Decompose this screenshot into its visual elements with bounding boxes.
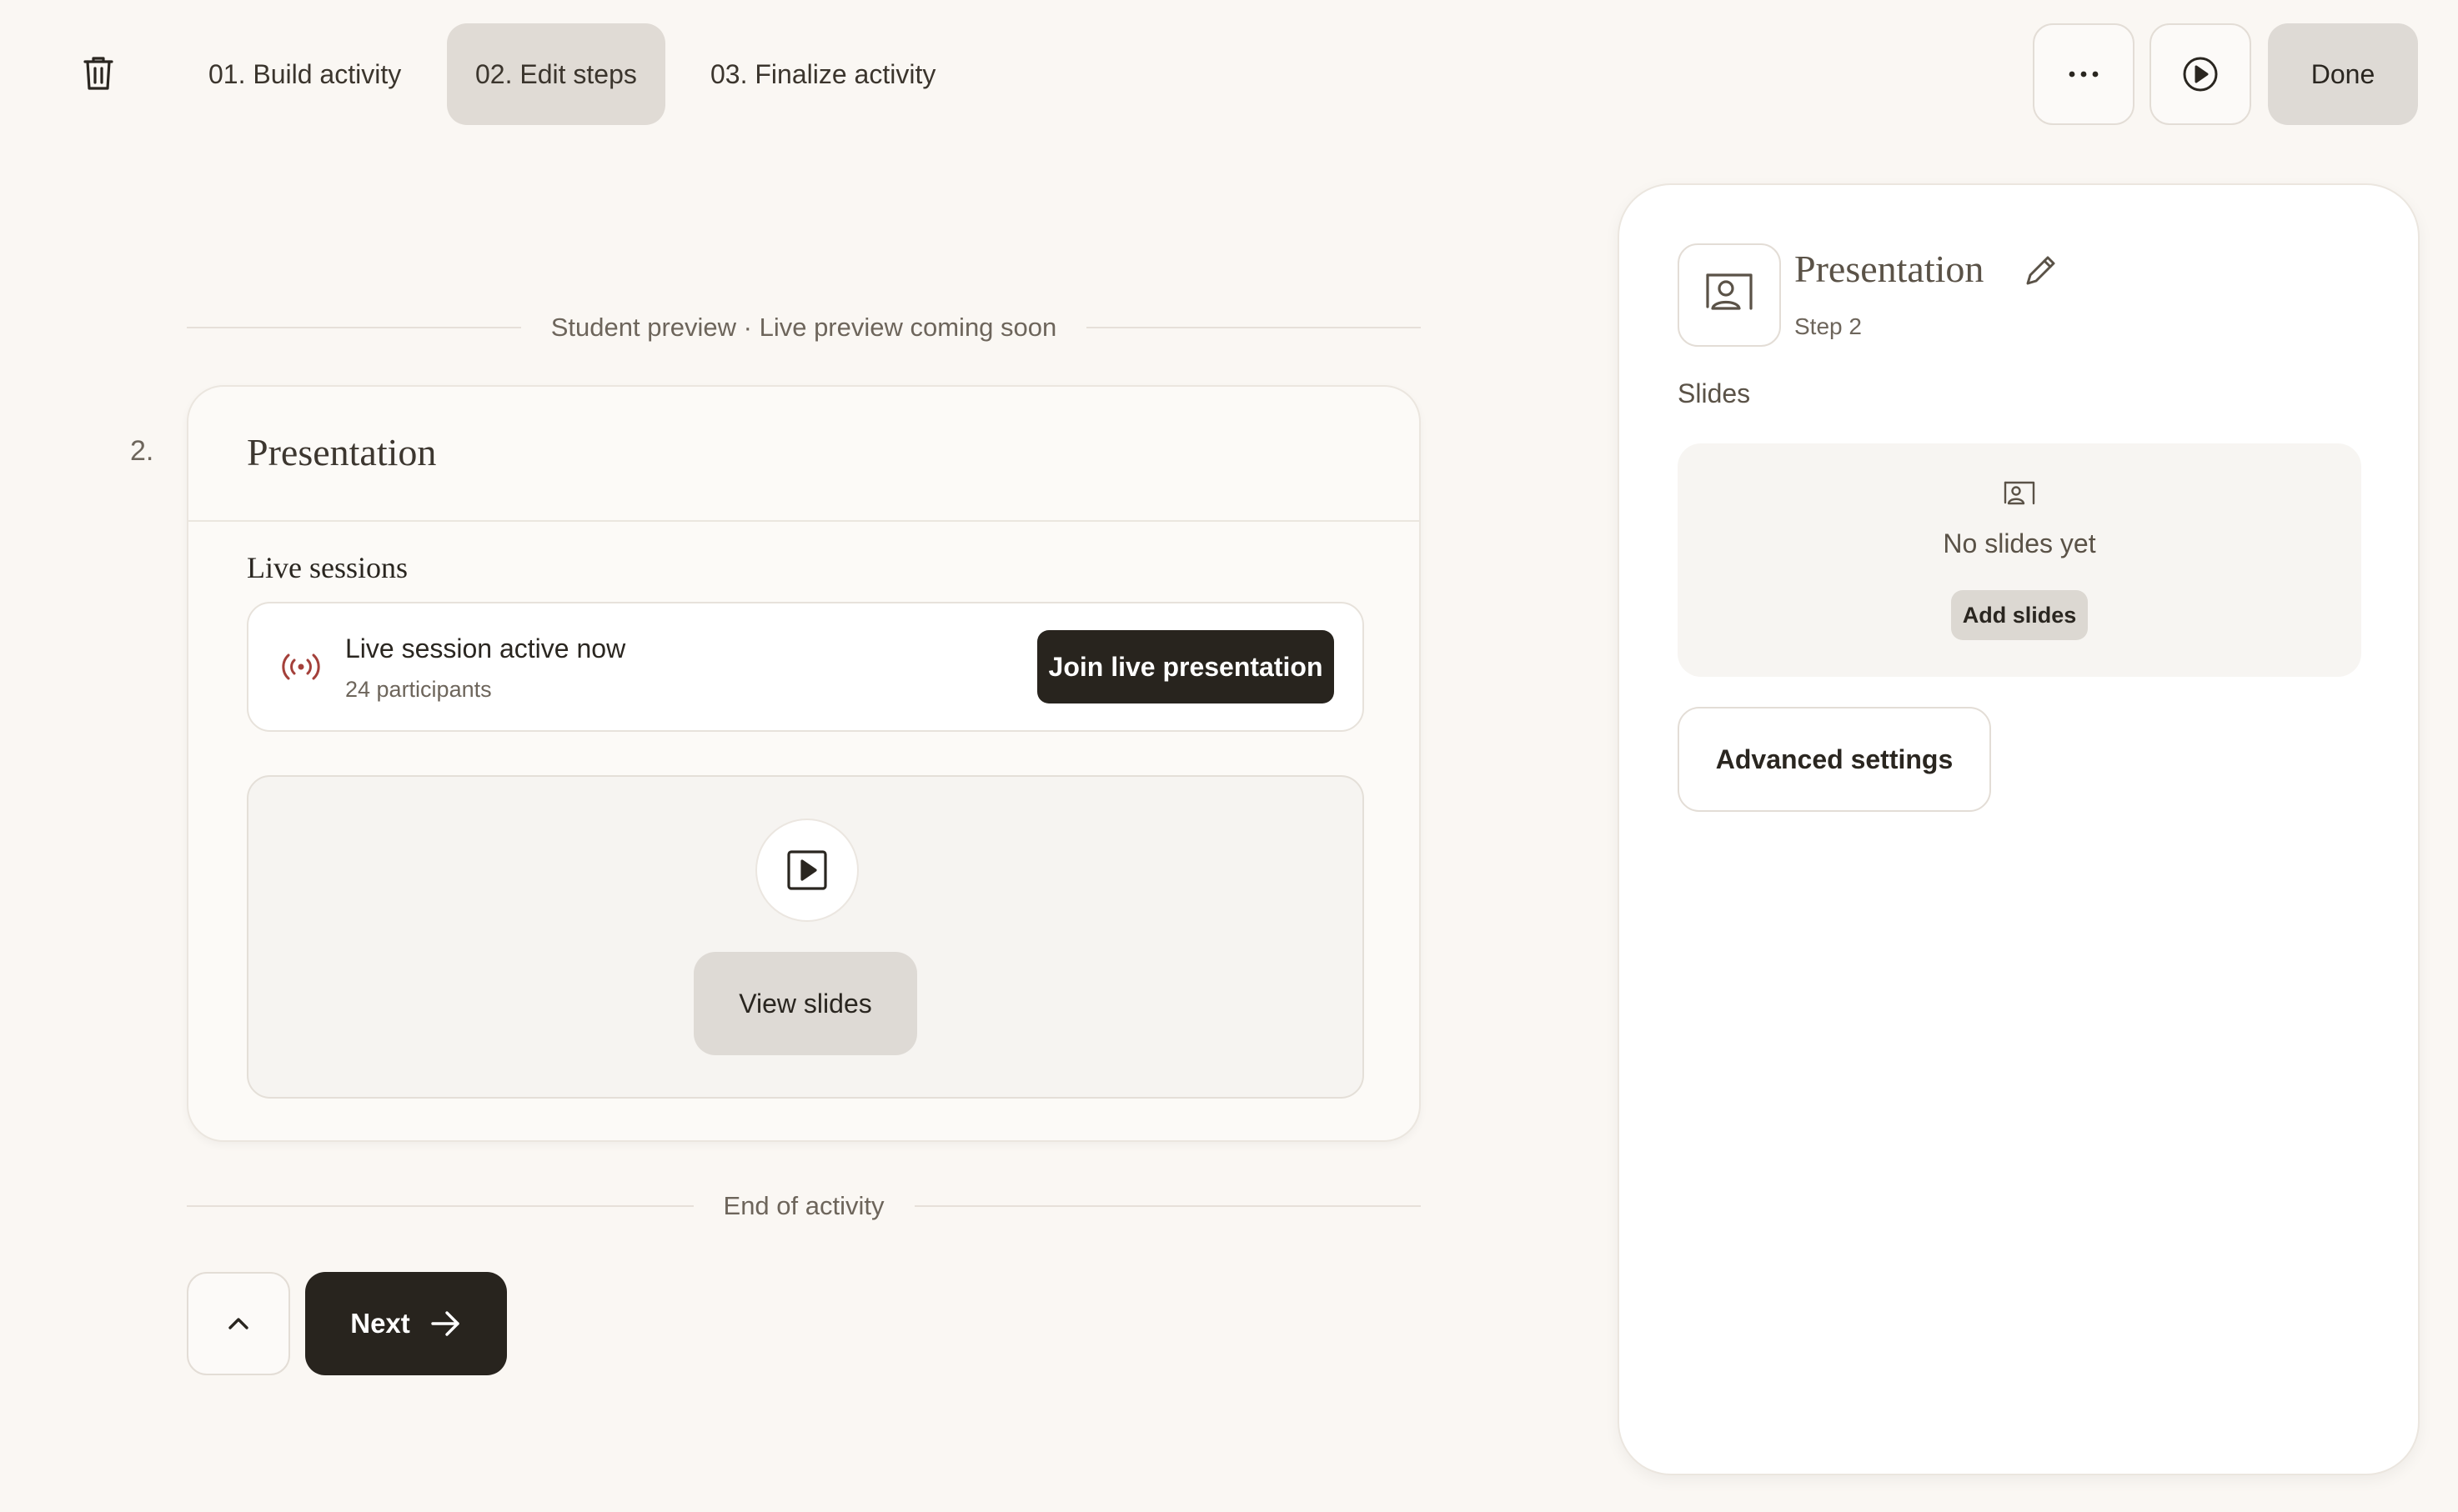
slides-section-label: Slides [1678,378,1751,408]
more-options-button[interactable] [2033,23,2134,125]
no-slides-message: No slides yet [1943,528,2096,558]
arrow-right-icon [431,1311,459,1336]
presentation-type-icon [1678,243,1781,347]
slides-icon-badge [755,819,859,922]
done-button[interactable]: Done [2268,23,2418,125]
card-separator [188,520,1419,522]
chevron-up-icon [228,1318,248,1329]
student-preview-label: Student preview · Live preview coming so… [550,313,1057,342]
card-title: Presentation [247,431,437,473]
tab-finalize-activity[interactable]: 03. Finalize activity [682,23,964,125]
advanced-settings-button[interactable]: Advanced settings [1678,707,1991,812]
presentation-step-card: Presentation Live sessions Live session … [187,385,1421,1142]
student-preview-divider: Student preview · Live preview coming so… [187,307,1421,348]
participant-count: 24 participants [345,677,492,702]
preview-play-button[interactable] [2149,23,2251,125]
slides-preview-area: View slides [247,775,1364,1099]
divider-line [187,327,521,328]
panel-title: Presentation [1794,248,1984,290]
presentation-icon [2004,481,2035,505]
tab-edit-steps[interactable]: 02. Edit steps [447,23,665,125]
live-sessions-heading: Live sessions [247,551,408,584]
add-slides-button[interactable]: Add slides [1951,590,2088,640]
next-button-label: Next [350,1308,410,1339]
divider-line [1086,327,1421,328]
play-circle-icon [2183,57,2218,92]
step-number: 2. [130,435,154,467]
next-button[interactable]: Next [305,1272,507,1375]
live-session-banner: Live session active now 24 participants … [247,602,1364,732]
broadcast-icon [282,653,320,680]
previous-step-button[interactable] [187,1272,290,1375]
view-slides-button[interactable]: View slides [694,952,917,1055]
trash-icon[interactable] [78,53,118,93]
top-bar: 01. Build activity 02. Edit steps 03. Fi… [0,0,2458,150]
step-settings-panel: Presentation Step 2 Slides No slides yet… [1618,183,2420,1475]
tab-build-activity[interactable]: 01. Build activity [180,23,429,125]
presentation-icon [1706,273,1753,310]
edit-pencil-icon[interactable] [2023,252,2059,288]
join-live-presentation-button[interactable]: Join live presentation [1037,630,1334,703]
play-square-icon [787,850,827,890]
live-session-title: Live session active now [345,633,626,663]
divider-line [187,1205,694,1207]
end-of-activity-divider: End of activity [187,1185,1422,1227]
divider-line [914,1205,1422,1207]
end-of-activity-label: End of activity [723,1191,885,1220]
empty-slides-state: No slides yet Add slides [1678,443,2361,677]
more-horizontal-icon [2069,71,2099,78]
panel-step-label: Step 2 [1794,313,1862,339]
